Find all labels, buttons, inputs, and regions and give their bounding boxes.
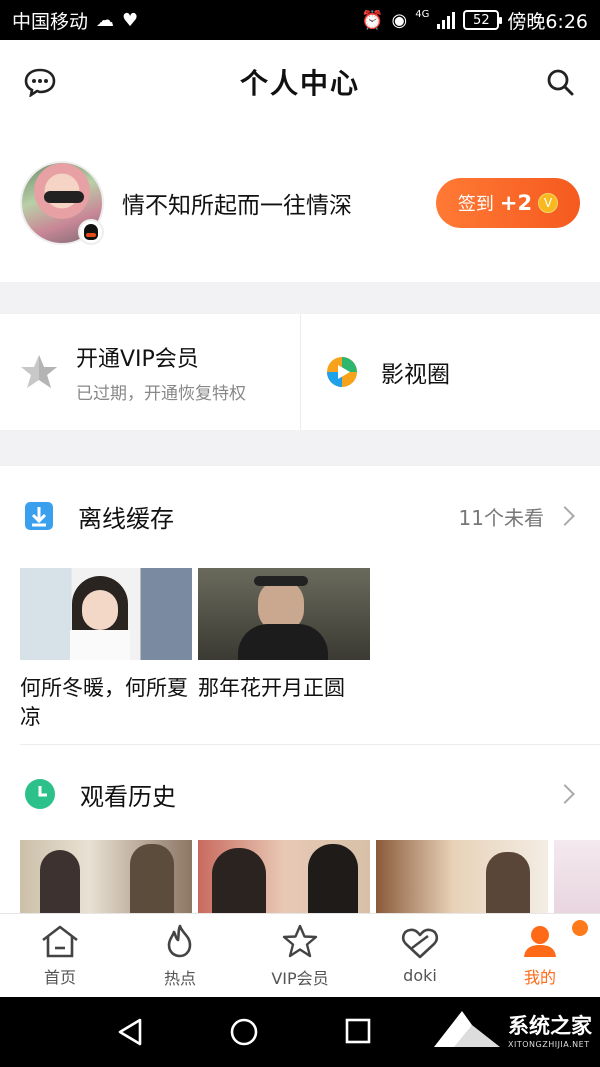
history-header[interactable]: 观看历史 (0, 744, 600, 844)
tab-hot[interactable]: 热点 (120, 914, 240, 997)
history-item[interactable] (20, 840, 192, 914)
status-bar: 中国移动 ☁ ♥ ⏰ ◉ 4G 52 傍晚6:26 (0, 0, 600, 40)
offline-item[interactable]: 何所冬暖，何所夏凉 (20, 568, 192, 732)
recent-apps-icon[interactable] (344, 1017, 372, 1045)
offline-cache-title: 离线缓存 (78, 504, 174, 533)
video-title: 何所冬暖，何所夏凉 (20, 676, 188, 729)
signal-icon (437, 11, 456, 29)
home-circle-icon[interactable] (229, 1017, 259, 1047)
qq-badge-icon (78, 219, 104, 245)
search-icon (547, 69, 574, 96)
notification-dot (572, 920, 588, 936)
chevron-right-icon (555, 784, 575, 804)
video-title: 那年花开月正圆 (198, 676, 345, 700)
v-coin-icon: V (538, 193, 559, 213)
circle-label: 影视圈 (381, 362, 450, 388)
history-list (20, 840, 548, 914)
search-button[interactable] (542, 64, 578, 100)
nickname: 情不知所起而一往情深 (122, 193, 352, 219)
vip-star-icon (282, 924, 318, 957)
battery-icon: 52 (463, 10, 503, 30)
watermark-title: 系统之家 (508, 1013, 592, 1038)
tab-me[interactable]: 我的 (480, 914, 600, 997)
network-type: 4G (415, 8, 430, 20)
message-button[interactable] (22, 64, 58, 100)
vip-entry[interactable]: 开通VIP会员 已过期，开通恢复特权 (0, 314, 300, 430)
star-icon (21, 355, 57, 388)
section-gap (0, 430, 600, 466)
history-item-partial[interactable] (554, 840, 600, 914)
watermark-url: XITONGZHIJIA.NET (508, 1039, 590, 1049)
offline-cache-header[interactable]: 离线缓存 11个未看 (0, 466, 600, 566)
tab-label: 首页 (43, 967, 76, 987)
vip-subtitle: 已过期，开通恢复特权 (76, 383, 246, 404)
history-title: 观看历史 (80, 782, 176, 811)
avatar-glasses (44, 191, 84, 203)
system-nav-bar: 系统之家 XITONGZHIJIA.NET (0, 997, 600, 1067)
home-icon (42, 925, 78, 957)
offline-unwatched-count: 11个未看 (458, 505, 544, 530)
offline-item[interactable]: 那年花开月正圆 (198, 568, 370, 732)
message-icon (24, 68, 56, 97)
page-title: 个人中心 (239, 67, 360, 100)
video-thumbnail (198, 840, 370, 914)
checkin-bonus: +2 (499, 191, 533, 215)
watermark-logo-icon (434, 1011, 500, 1047)
tab-label: doki (403, 966, 437, 985)
doki-heart-icon (401, 928, 439, 959)
history-item[interactable] (198, 840, 370, 914)
vip-title: 开通VIP会员 (76, 346, 199, 372)
section-gap (0, 282, 600, 314)
health-icon: ♥ (122, 9, 139, 31)
bottom-tab-bar: 首页 热点 VIP会员 doki 我的 (0, 913, 600, 997)
tab-label: 我的 (523, 967, 556, 987)
quick-entries: 开通VIP会员 已过期，开通恢复特权 影视圈 (0, 314, 600, 430)
video-thumbnail (198, 568, 370, 660)
flame-icon (167, 924, 192, 957)
alarm-icon: ⏰ (361, 9, 384, 31)
video-thumbnail (20, 840, 192, 914)
weather-icon: ☁ (96, 9, 115, 31)
battery-level: 52 (473, 12, 490, 28)
avatar[interactable] (20, 161, 104, 245)
video-thumbnail (376, 840, 548, 914)
tab-label: VIP会员 (271, 968, 329, 988)
back-icon[interactable] (116, 1017, 144, 1047)
checkin-label: 签到 (457, 194, 494, 215)
eye-comfort-icon: ◉ (391, 9, 408, 31)
clock-icon (25, 779, 55, 809)
tab-vip[interactable]: VIP会员 (240, 914, 360, 997)
circle-entry[interactable]: 影视圈 (300, 314, 600, 430)
profile-card[interactable]: 情不知所起而一往情深 签到 +2 V (0, 124, 600, 282)
user-icon (524, 925, 556, 957)
page-header: 个人中心 (0, 40, 600, 124)
offline-list: 何所冬暖，何所夏凉 那年花开月正圆 (20, 568, 370, 732)
watermark: 系统之家 XITONGZHIJIA.NET (432, 1007, 592, 1051)
tab-label: 热点 (163, 968, 196, 988)
chevron-right-icon (555, 506, 575, 526)
clock: 傍晚6:26 (507, 10, 588, 33)
checkin-button[interactable]: 签到 +2 V (436, 178, 580, 228)
tab-home[interactable]: 首页 (0, 914, 120, 997)
video-thumbnail (20, 568, 192, 660)
history-item[interactable] (376, 840, 548, 914)
tab-doki[interactable]: doki (360, 914, 480, 997)
carrier-label: 中国移动 (12, 10, 89, 33)
video-circle-icon (327, 357, 357, 387)
download-icon (25, 502, 53, 530)
